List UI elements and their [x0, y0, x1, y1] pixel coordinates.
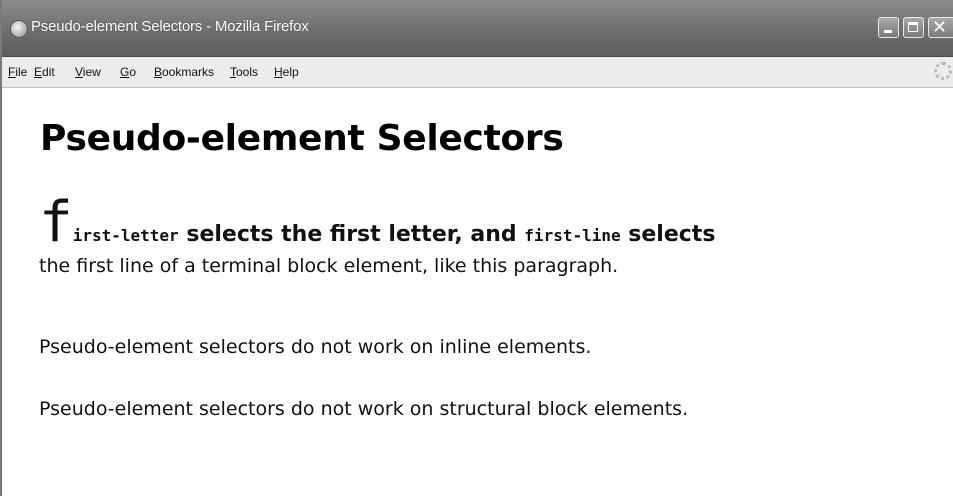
window-title: Pseudo-element Selectors - Mozilla Firef… [31, 18, 309, 35]
firefox-icon[interactable] [10, 20, 28, 38]
second-line: the first line of a terminal block eleme… [39, 255, 619, 277]
page-content: Pseudo-element Selectors first-letter se… [2, 88, 953, 496]
browser-window: Pseudo-element Selectors - Mozilla Firef… [0, 0, 953, 496]
menu-bookmarks[interactable]: Bookmarks [154, 65, 214, 79]
drop-letter: f [39, 190, 73, 255]
first-letter-paragraph: first-letter selects the first letter, a… [39, 195, 949, 282]
minimize-icon [884, 30, 892, 33]
code-first-line: first-line [524, 226, 621, 245]
structural-elements-paragraph: Pseudo-element selectors do not work on … [39, 398, 689, 420]
menu-edit[interactable]: Edit [34, 65, 55, 79]
minimize-button[interactable] [878, 17, 899, 38]
paragraph-text-1: selects the first letter, and [178, 222, 525, 247]
menu-bar: File Edit View Go Bookmarks Tools Help [2, 57, 953, 88]
title-bar[interactable]: Pseudo-element Selectors - Mozilla Firef… [2, 0, 953, 57]
page-heading: Pseudo-element Selectors [40, 118, 564, 159]
code-first-letter: irst-letter [72, 226, 179, 245]
maximize-icon [908, 22, 918, 32]
menu-go[interactable]: Go [120, 65, 136, 79]
menu-file[interactable]: File [8, 65, 27, 79]
close-icon: ✕ [932, 17, 948, 38]
first-line: first-letter selects the first letter, a… [39, 195, 716, 251]
inline-elements-paragraph: Pseudo-element selectors do not work on … [39, 336, 592, 358]
throbber-icon [934, 62, 952, 80]
menu-help[interactable]: Help [274, 65, 299, 79]
menu-tools[interactable]: Tools [230, 65, 258, 79]
paragraph-text-2: selects [620, 222, 716, 247]
close-button[interactable]: ✕ [928, 17, 953, 38]
menu-view[interactable]: View [75, 65, 101, 79]
maximize-button[interactable] [903, 17, 924, 38]
